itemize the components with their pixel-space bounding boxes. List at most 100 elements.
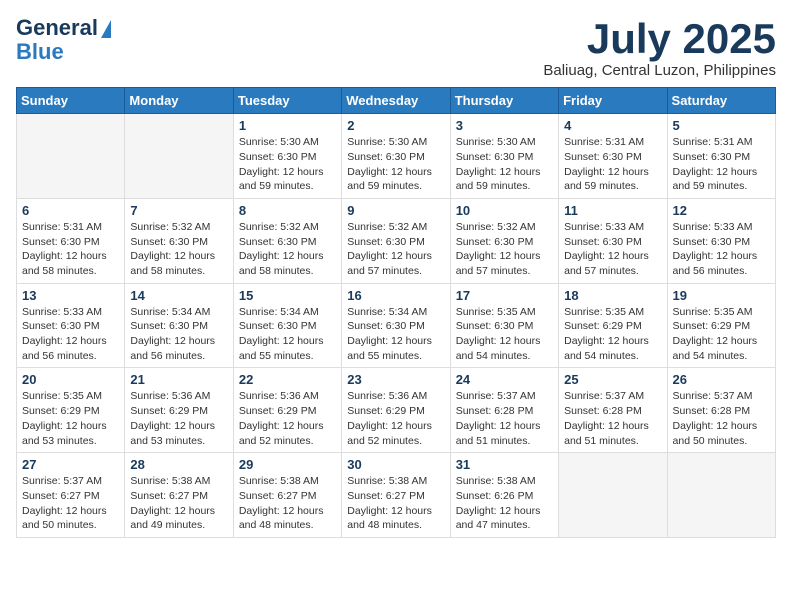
sunset-label: Sunset: 6:30 PM — [22, 236, 100, 248]
calendar-table: SundayMondayTuesdayWednesdayThursdayFrid… — [16, 87, 776, 538]
sunset-label: Sunset: 6:30 PM — [130, 236, 208, 248]
sunset-label: Sunset: 6:28 PM — [564, 405, 642, 417]
sunrise-label: Sunrise: 5:37 AM — [564, 390, 644, 402]
day-info: Sunrise: 5:30 AMSunset: 6:30 PMDaylight:… — [456, 135, 553, 194]
daylight-label: Daylight: 12 hours and 53 minutes. — [130, 420, 215, 447]
calendar-cell: 31Sunrise: 5:38 AMSunset: 6:26 PMDayligh… — [450, 453, 558, 538]
calendar-cell: 30Sunrise: 5:38 AMSunset: 6:27 PMDayligh… — [342, 453, 450, 538]
calendar-cell: 21Sunrise: 5:36 AMSunset: 6:29 PMDayligh… — [125, 368, 233, 453]
day-info: Sunrise: 5:37 AMSunset: 6:28 PMDaylight:… — [456, 389, 553, 448]
calendar-cell: 25Sunrise: 5:37 AMSunset: 6:28 PMDayligh… — [559, 368, 667, 453]
sunrise-label: Sunrise: 5:36 AM — [239, 390, 319, 402]
sunrise-label: Sunrise: 5:35 AM — [673, 306, 753, 318]
day-number: 12 — [673, 203, 770, 218]
sunrise-label: Sunrise: 5:38 AM — [239, 475, 319, 487]
sunrise-label: Sunrise: 5:35 AM — [22, 390, 102, 402]
day-info: Sunrise: 5:37 AMSunset: 6:28 PMDaylight:… — [564, 389, 661, 448]
day-number: 17 — [456, 288, 553, 303]
calendar-cell: 14Sunrise: 5:34 AMSunset: 6:30 PMDayligh… — [125, 283, 233, 368]
day-info: Sunrise: 5:32 AMSunset: 6:30 PMDaylight:… — [347, 220, 444, 279]
weekday-header-friday: Friday — [559, 88, 667, 114]
sunrise-label: Sunrise: 5:31 AM — [564, 136, 644, 148]
day-number: 10 — [456, 203, 553, 218]
sunrise-label: Sunrise: 5:33 AM — [673, 221, 753, 233]
sunset-label: Sunset: 6:30 PM — [239, 236, 317, 248]
day-number: 16 — [347, 288, 444, 303]
sunrise-label: Sunrise: 5:34 AM — [239, 306, 319, 318]
sunset-label: Sunset: 6:30 PM — [347, 236, 425, 248]
daylight-label: Daylight: 12 hours and 50 minutes. — [673, 420, 758, 447]
day-info: Sunrise: 5:34 AMSunset: 6:30 PMDaylight:… — [239, 305, 336, 364]
day-number: 5 — [673, 118, 770, 133]
daylight-label: Daylight: 12 hours and 59 minutes. — [239, 166, 324, 193]
calendar-cell: 27Sunrise: 5:37 AMSunset: 6:27 PMDayligh… — [17, 453, 125, 538]
day-number: 18 — [564, 288, 661, 303]
weekday-header-wednesday: Wednesday — [342, 88, 450, 114]
sunset-label: Sunset: 6:30 PM — [456, 151, 534, 163]
day-info: Sunrise: 5:35 AMSunset: 6:29 PMDaylight:… — [22, 389, 119, 448]
calendar-cell: 20Sunrise: 5:35 AMSunset: 6:29 PMDayligh… — [17, 368, 125, 453]
logo-blue-text: Blue — [16, 40, 64, 64]
sunrise-label: Sunrise: 5:33 AM — [22, 306, 102, 318]
daylight-label: Daylight: 12 hours and 51 minutes. — [456, 420, 541, 447]
day-info: Sunrise: 5:31 AMSunset: 6:30 PMDaylight:… — [22, 220, 119, 279]
day-info: Sunrise: 5:30 AMSunset: 6:30 PMDaylight:… — [347, 135, 444, 194]
sunset-label: Sunset: 6:30 PM — [130, 320, 208, 332]
calendar-cell: 10 Sunrise: 5:32 AMSunset: 6:30 PMDayligh… — [450, 198, 558, 283]
daylight-label: Daylight: 12 hours and 59 minutes. — [564, 166, 649, 193]
day-info: Sunrise: 5:37 AMSunset: 6:27 PMDaylight:… — [22, 474, 119, 533]
sunset-label: Sunset: 6:30 PM — [456, 320, 534, 332]
day-info: Sunrise: 5:32 AMSunset: 6:30 PMDaylight:… — [456, 220, 553, 279]
day-number: 21 — [130, 372, 227, 387]
daylight-label: Daylight: 12 hours and 52 minutes. — [239, 420, 324, 447]
daylight-label: Daylight: 12 hours and 58 minutes. — [130, 250, 215, 277]
sunset-label: Sunset: 6:27 PM — [22, 490, 100, 502]
daylight-label: Daylight: 12 hours and 53 minutes. — [22, 420, 107, 447]
calendar-cell: 13Sunrise: 5:33 AMSunset: 6:30 PMDayligh… — [17, 283, 125, 368]
calendar-cell: 6Sunrise: 5:31 AMSunset: 6:30 PMDaylight… — [17, 198, 125, 283]
calendar-cell: 9 Sunrise: 5:32 AMSunset: 6:30 PMDaylight… — [342, 198, 450, 283]
day-info: Sunrise: 5:38 AMSunset: 6:27 PMDaylight:… — [239, 474, 336, 533]
day-number: 23 — [347, 372, 444, 387]
daylight-label: Daylight: 12 hours and 48 minutes. — [347, 505, 432, 532]
calendar-cell: 15 Sunrise: 5:34 AMSunset: 6:30 PMDayligh… — [233, 283, 341, 368]
day-info: Sunrise: 5:32 AMSunset: 6:30 PMDaylight:… — [239, 220, 336, 279]
day-number: 29 — [239, 457, 336, 472]
sunrise-label: Sunrise: 5:36 AM — [347, 390, 427, 402]
calendar-cell: 7Sunrise: 5:32 AMSunset: 6:30 PMDaylight… — [125, 198, 233, 283]
weekday-header-thursday: Thursday — [450, 88, 558, 114]
sunrise-label: Sunrise: 5:37 AM — [673, 390, 753, 402]
day-number: 9 — [347, 203, 444, 218]
daylight-label: Daylight: 12 hours and 47 minutes. — [456, 505, 541, 532]
day-number: 11 — [564, 203, 661, 218]
sunrise-label: Sunrise: 5:32 AM — [130, 221, 210, 233]
weekday-header-tuesday: Tuesday — [233, 88, 341, 114]
calendar-cell: 11Sunrise: 5:33 AMSunset: 6:30 PMDayligh… — [559, 198, 667, 283]
sunset-label: Sunset: 6:27 PM — [130, 490, 208, 502]
sunset-label: Sunset: 6:29 PM — [673, 320, 751, 332]
sunrise-label: Sunrise: 5:30 AM — [347, 136, 427, 148]
sunset-label: Sunset: 6:30 PM — [456, 236, 534, 248]
sunset-label: Sunset: 6:28 PM — [673, 405, 751, 417]
sunset-label: Sunset: 6:29 PM — [347, 405, 425, 417]
sunset-label: Sunset: 6:29 PM — [239, 405, 317, 417]
calendar-cell: 28Sunrise: 5:38 AMSunset: 6:27 PMDayligh… — [125, 453, 233, 538]
sunrise-label: Sunrise: 5:32 AM — [239, 221, 319, 233]
calendar-cell: 26Sunrise: 5:37 AMSunset: 6:28 PMDayligh… — [667, 368, 775, 453]
sunset-label: Sunset: 6:30 PM — [673, 236, 751, 248]
day-number: 2 — [347, 118, 444, 133]
sunrise-label: Sunrise: 5:34 AM — [347, 306, 427, 318]
logo: General Blue — [16, 16, 111, 64]
daylight-label: Daylight: 12 hours and 48 minutes. — [239, 505, 324, 532]
day-number: 31 — [456, 457, 553, 472]
sunrise-label: Sunrise: 5:30 AM — [456, 136, 536, 148]
calendar-cell: 3Sunrise: 5:30 AMSunset: 6:30 PMDaylight… — [450, 114, 558, 199]
day-info: Sunrise: 5:37 AM Sunset: 6:28 PM Daylight:… — [673, 389, 770, 448]
calendar-cell: 19Sunrise: 5:35 AMSunset: 6:29 PMDayligh… — [667, 283, 775, 368]
calendar-cell — [667, 453, 775, 538]
daylight-label: Daylight: 12 hours and 52 minutes. — [347, 420, 432, 447]
day-number: 15 — [239, 288, 336, 303]
sunset-label: Sunset: 6:30 PM — [239, 151, 317, 163]
sunset-label: Sunset: 6:30 PM — [564, 236, 642, 248]
sunset-label: Sunset: 6:29 PM — [130, 405, 208, 417]
